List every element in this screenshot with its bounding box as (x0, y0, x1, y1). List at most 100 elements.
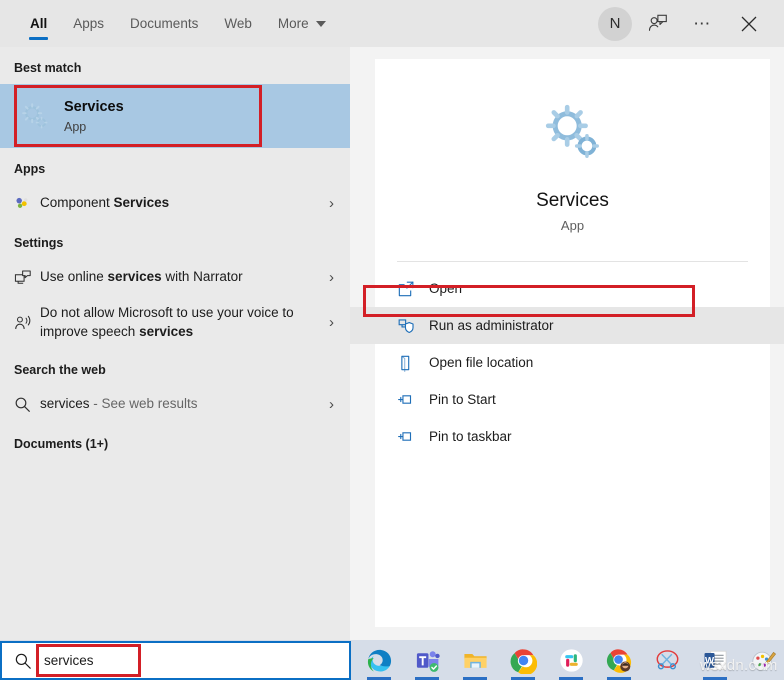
app-preview-card: Services App Open Run as administrator O… (350, 59, 784, 627)
action-label: Open (429, 281, 463, 296)
feedback-button[interactable] (636, 4, 678, 44)
tab-documents-label: Documents (130, 16, 199, 31)
action-label: Run as administrator (429, 318, 554, 333)
label-match: services (139, 323, 194, 339)
app-action-list: Open Run as administrator Open file loca… (350, 262, 784, 455)
label-suffix: with Narrator (161, 269, 243, 285)
ellipsis-icon: ⋯ (693, 14, 713, 33)
tab-all-label: All (30, 16, 48, 31)
section-heading-search-the-web: Search the web (14, 363, 106, 377)
slack-icon (559, 648, 583, 672)
services-gear-icon (14, 101, 56, 131)
taskbar-search-box[interactable]: services (0, 641, 351, 680)
result-item-component-services[interactable]: Component Services › (0, 185, 350, 222)
action-open-file-location[interactable]: Open file location (375, 344, 770, 381)
tab-apps[interactable]: Apps (60, 0, 117, 47)
section-heading-documents: Documents (1+) (14, 437, 109, 451)
avatar-initial: N (609, 15, 621, 32)
chevron-right-icon[interactable]: › (329, 396, 340, 413)
section-heading-settings: Settings (14, 236, 64, 250)
taskbar-item-microsoft-teams[interactable] (403, 640, 451, 680)
google-chrome-icon (510, 648, 537, 674)
more-options-button[interactable]: ⋯ (682, 4, 724, 44)
narrator-monitor-icon (14, 267, 40, 289)
app-preview-subtitle: App (560, 218, 585, 233)
tab-all[interactable]: All (17, 0, 60, 47)
person-feedback-icon (648, 14, 667, 31)
best-match-subtitle: App (64, 120, 87, 135)
taskbar-app-icons: W (355, 640, 784, 680)
section-heading-best-match: Best match (14, 61, 82, 75)
label-match: Services (113, 195, 170, 211)
close-icon (741, 16, 757, 31)
svg-text:W: W (704, 655, 714, 666)
tab-documents[interactable]: Documents (117, 0, 211, 47)
microsoft-edge-icon (367, 649, 391, 671)
label-prefix: Use online (40, 269, 108, 285)
microsoft-teams-icon (416, 650, 440, 672)
tab-more-label: More (277, 16, 309, 31)
search-tab-strip: All Apps Documents Web More N ⋯ (0, 0, 784, 47)
app-preview-title: Services (536, 190, 609, 211)
chevron-right-icon[interactable]: › (329, 314, 340, 331)
taskbar-item-paint[interactable] (739, 640, 784, 680)
tab-more[interactable]: More (265, 0, 339, 47)
taskbar-item-microsoft-edge[interactable] (355, 640, 403, 680)
action-pin-to-taskbar[interactable]: Pin to taskbar (375, 418, 770, 455)
taskbar-item-file-explorer[interactable] (451, 640, 499, 680)
pin-icon (397, 428, 429, 446)
tab-web-label: Web (224, 16, 252, 31)
chevron-right-icon[interactable]: › (329, 195, 340, 212)
best-match-title: Services (64, 98, 124, 115)
taskbar-item-microsoft-word[interactable]: W (691, 640, 739, 680)
action-label: Pin to Start (429, 392, 496, 407)
label-match: services (40, 396, 90, 412)
section-heading-apps: Apps (14, 162, 46, 176)
result-item-online-services-narrator[interactable]: Use online services with Narrator › (0, 259, 350, 296)
avatar[interactable]: N (598, 6, 632, 41)
microsoft-word-icon: W (704, 650, 727, 670)
search-input[interactable]: services (44, 653, 94, 668)
chevron-down-icon (315, 20, 326, 27)
result-label: Do not allow Microsoft to use your voice… (40, 304, 329, 340)
search-results-column: Best match Services App Apps Component S… (0, 47, 350, 640)
open-external-icon (397, 280, 429, 298)
chevron-right-icon[interactable]: › (329, 269, 340, 286)
paint-icon (751, 651, 776, 671)
speech-person-icon (14, 312, 40, 334)
taskbar-item-snipping-tool[interactable] (643, 640, 691, 680)
snipping-tool-icon (656, 649, 678, 669)
action-label: Pin to taskbar (429, 429, 512, 444)
action-open[interactable]: Open (375, 270, 770, 307)
taskbar-item-chrome-profile[interactable] (595, 640, 643, 680)
search-icon (2, 652, 44, 670)
action-label: Open file location (429, 355, 534, 370)
app-preview-header: Services App (375, 59, 770, 233)
shield-admin-icon (397, 317, 429, 335)
action-pin-to-start[interactable]: Pin to Start (375, 381, 770, 418)
result-label: services - See web results (40, 395, 329, 413)
result-item-speech-services[interactable]: Do not allow Microsoft to use your voice… (0, 296, 350, 349)
services-gear-icon (542, 101, 604, 168)
search-tabs: All Apps Documents Web More (0, 0, 339, 47)
chrome-profile-icon (606, 648, 631, 673)
pin-icon (397, 391, 429, 409)
result-label: Use online services with Narrator (40, 268, 329, 286)
label-match: services (107, 269, 162, 285)
result-item-web-search[interactable]: services - See web results › (0, 386, 350, 423)
tab-apps-label: Apps (73, 16, 105, 31)
taskbar-item-google-chrome[interactable] (499, 640, 547, 680)
taskbar-item-slack[interactable] (547, 640, 595, 680)
result-label: Component Services (40, 194, 329, 212)
tab-web[interactable]: Web (211, 0, 265, 47)
app-preview-panel: Services App Open Run as administrator O… (350, 47, 784, 640)
label-prefix: Component (40, 195, 114, 211)
close-button[interactable] (728, 4, 770, 44)
file-explorer-icon (463, 653, 487, 668)
label-suffix: - See web results (89, 396, 198, 412)
header-actions: N ⋯ (598, 4, 784, 44)
best-match-item-services[interactable]: Services App (0, 84, 350, 148)
action-run-as-administrator[interactable]: Run as administrator (350, 307, 784, 344)
best-match-text: Services App (64, 98, 124, 134)
component-services-icon (14, 193, 40, 215)
